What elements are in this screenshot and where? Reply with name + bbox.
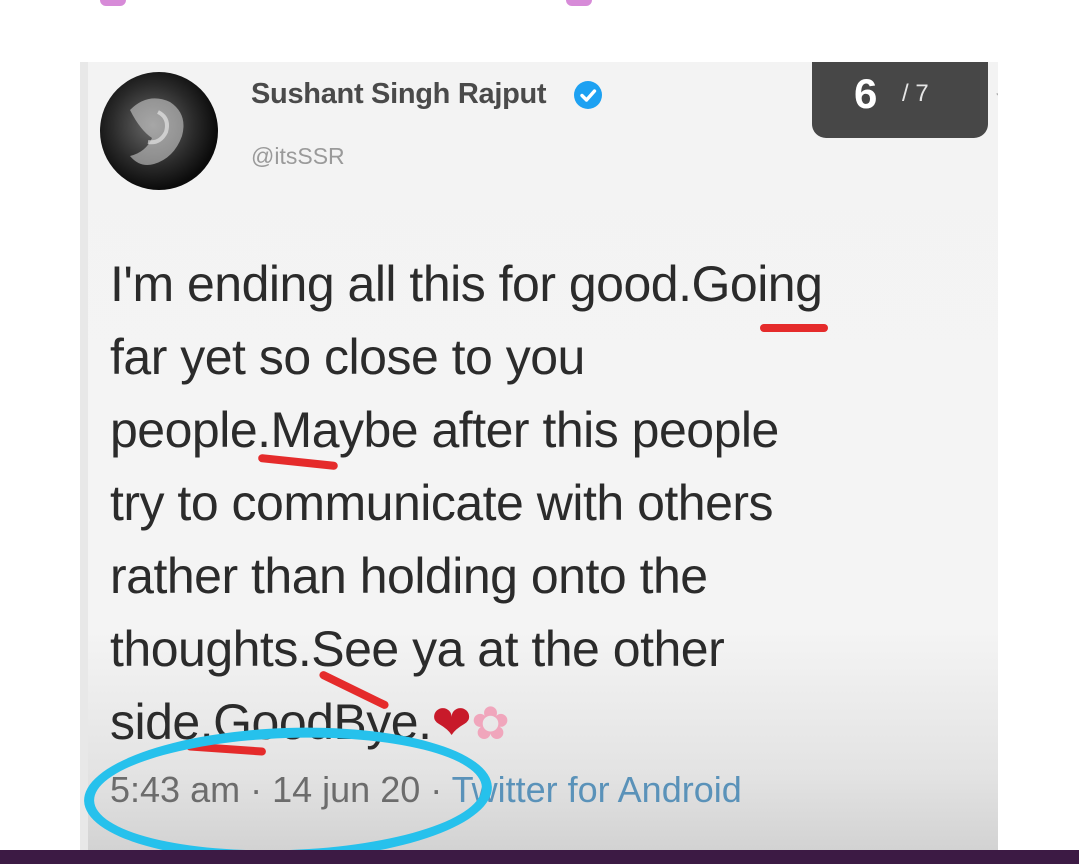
- user-handle[interactable]: @itsSSR: [251, 143, 345, 170]
- annotation-underline: [760, 324, 828, 332]
- avatar-image: [130, 98, 184, 165]
- tweet-text-line: thoughts.See ya at the other: [110, 621, 725, 677]
- tweet-source-link[interactable]: Twitter for Android: [452, 769, 742, 810]
- bottom-bar: [0, 850, 1079, 864]
- tweet-text-line: far yet so close to you: [110, 329, 585, 385]
- heart-emoji-icon: ❤: [431, 697, 472, 750]
- tweet-text-line: try to communicate with others: [110, 475, 774, 531]
- flower-emoji-icon: ✿: [471, 697, 510, 749]
- counter-current: 6: [854, 70, 878, 117]
- counter-total: / 7: [902, 80, 929, 107]
- avatar[interactable]: [100, 72, 218, 190]
- verified-badge-icon: [574, 81, 602, 109]
- top-marker-right: [566, 0, 592, 6]
- user-display-name[interactable]: Sushant Singh Rajput: [251, 78, 547, 111]
- tweet-text-line: rather than holding onto the: [110, 548, 708, 604]
- chevron-down-icon[interactable]: ⌄: [993, 82, 998, 102]
- slide-counter: 6 / 7: [812, 62, 988, 138]
- tweet-text-line: people.Maybe after this people: [110, 402, 779, 458]
- tweet-text-line: I'm ending all this for good.Going: [110, 256, 823, 312]
- top-marker-left: [100, 0, 126, 6]
- tweet-text: I'm ending all this for good.Going far y…: [110, 248, 998, 760]
